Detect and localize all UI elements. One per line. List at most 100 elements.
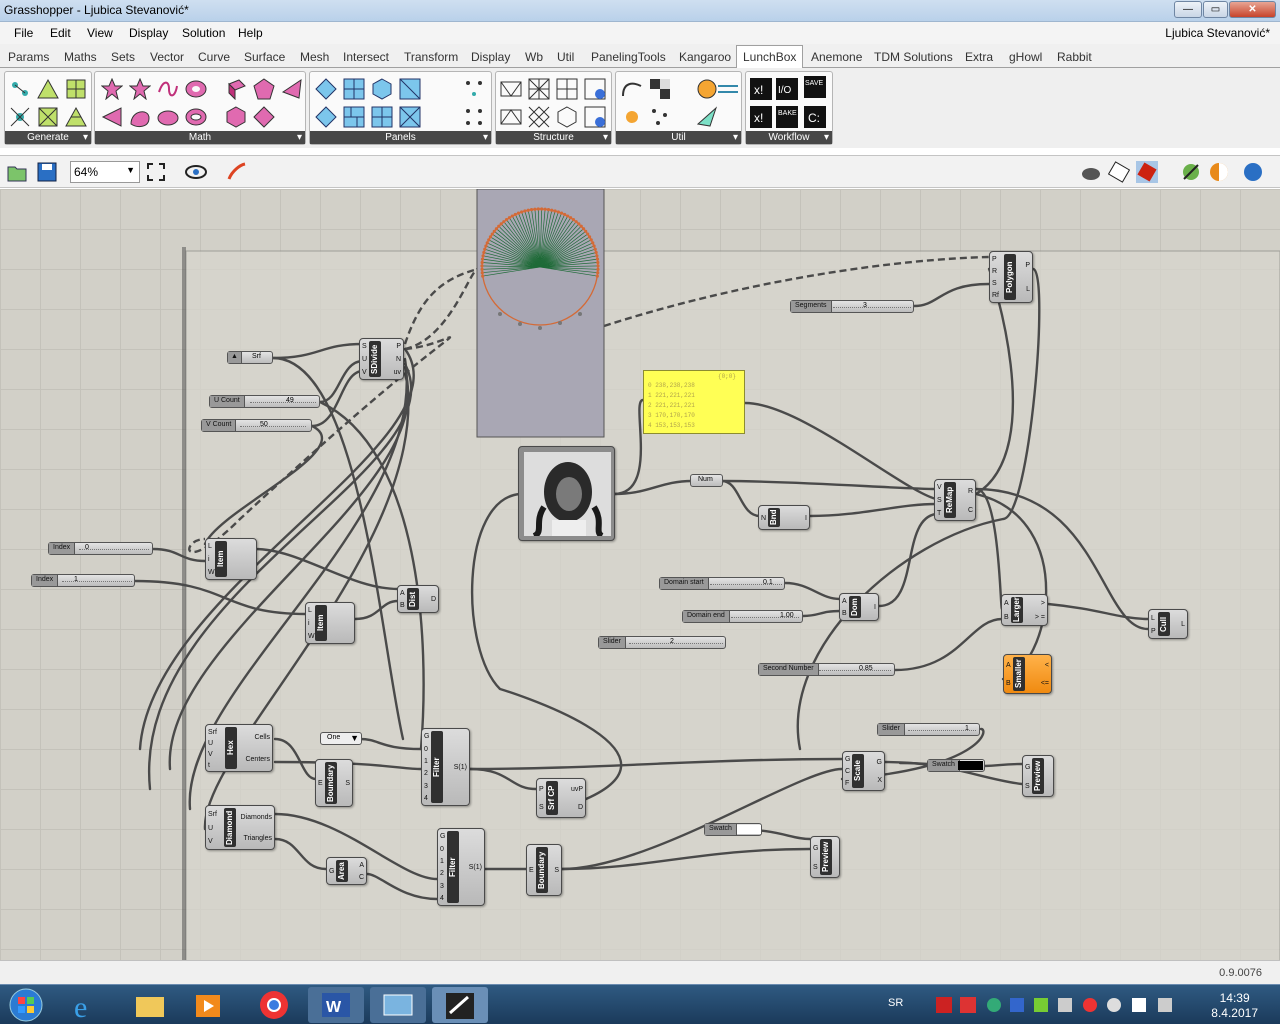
- scale-component[interactable]: Scale G C F G X: [842, 751, 885, 791]
- slider-b[interactable]: Slider 1: [877, 723, 980, 736]
- input-port[interactable]: A: [1006, 661, 1011, 671]
- output-port[interactable]: D: [578, 803, 583, 813]
- dom-component[interactable]: Dom A B I: [839, 593, 879, 621]
- menu-file[interactable]: File: [14, 26, 33, 40]
- quad-panel-icon[interactable]: [343, 78, 365, 100]
- input-port[interactable]: 0: [424, 745, 428, 755]
- tab-extra[interactable]: Extra: [965, 50, 993, 64]
- output-port[interactable]: P: [1025, 261, 1030, 271]
- star-icon[interactable]: [101, 78, 123, 100]
- random-panel-icon[interactable]: [315, 106, 337, 128]
- bake-icon[interactable]: BAKE: [776, 106, 798, 128]
- maximize-button[interactable]: ▭: [1203, 1, 1228, 18]
- flower-icon[interactable]: [129, 78, 151, 100]
- preview1-component[interactable]: Preview G S: [1022, 755, 1054, 797]
- output-port[interactable]: S: [345, 779, 350, 789]
- triangle-icon[interactable]: [37, 78, 59, 100]
- output-port[interactable]: <=: [1041, 679, 1049, 689]
- square-icon[interactable]: [37, 106, 59, 128]
- input-port[interactable]: L: [208, 542, 212, 552]
- input-port[interactable]: 4: [424, 794, 428, 804]
- input-port[interactable]: 3: [440, 882, 444, 892]
- diagrid-icon[interactable]: [528, 78, 550, 100]
- save-icon[interactable]: SAVE: [804, 76, 826, 98]
- swatch-white[interactable]: Swatch: [704, 823, 762, 836]
- material-icon[interactable]: [1208, 161, 1230, 183]
- input-port[interactable]: V: [208, 750, 213, 760]
- output-port[interactable]: >: [1041, 599, 1045, 609]
- menu-view[interactable]: View: [87, 26, 113, 40]
- sdivide-component[interactable]: SDivide S U V P Nuv: [359, 338, 404, 380]
- output-port[interactable]: uvP: [571, 785, 583, 795]
- output-port[interactable]: C: [359, 873, 364, 883]
- tab-mesh[interactable]: Mesh: [300, 50, 329, 64]
- rhino-icon[interactable]: [432, 987, 488, 1023]
- menu-help[interactable]: Help: [238, 26, 263, 40]
- checker-icon[interactable]: [649, 78, 671, 100]
- zoom-extents-icon[interactable]: [145, 161, 167, 183]
- tab-wb[interactable]: Wb: [525, 50, 543, 64]
- point-icon[interactable]: [9, 78, 31, 100]
- brick-panel-icon[interactable]: [371, 106, 393, 128]
- tab-panelingtools[interactable]: PanelingTools: [591, 50, 666, 64]
- zoom-dropdown[interactable]: 64% ▼: [70, 161, 140, 183]
- input-port[interactable]: S: [1025, 782, 1030, 792]
- input-port[interactable]: C: [845, 767, 850, 777]
- output-port[interactable]: P: [396, 342, 401, 352]
- input-port[interactable]: E: [529, 866, 534, 876]
- cone-icon[interactable]: [101, 106, 123, 128]
- input-port[interactable]: Srf: [208, 728, 217, 738]
- v-count-slider[interactable]: V Count 50: [201, 419, 312, 432]
- input-port[interactable]: V: [208, 837, 213, 847]
- frame-icon[interactable]: [556, 78, 578, 100]
- tab-vector[interactable]: Vector: [150, 50, 184, 64]
- number-param[interactable]: Num: [690, 474, 723, 487]
- input-port[interactable]: B: [1006, 679, 1011, 689]
- input-port[interactable]: E: [318, 779, 323, 789]
- internet-explorer-icon[interactable]: e: [60, 987, 116, 1023]
- input-port[interactable]: 1: [424, 757, 428, 767]
- input-port[interactable]: P: [1151, 627, 1156, 637]
- input-port[interactable]: A: [1004, 599, 1009, 609]
- word-icon[interactable]: W: [308, 987, 364, 1023]
- output-port[interactable]: uv: [394, 368, 401, 378]
- wedge-icon[interactable]: [281, 78, 303, 100]
- wireframe-icon[interactable]: [1108, 161, 1130, 183]
- bnd-component[interactable]: Bnd N I: [758, 505, 810, 530]
- media-player-icon[interactable]: [180, 987, 236, 1023]
- blob-icon[interactable]: [157, 106, 179, 128]
- preview-eye-icon[interactable]: [185, 161, 207, 183]
- tab-tdm-solutions[interactable]: TDM Solutions: [874, 50, 953, 64]
- start-button-icon[interactable]: [6, 987, 46, 1023]
- input-port[interactable]: G: [440, 832, 445, 842]
- item2-component[interactable]: Item Li W: [305, 602, 355, 644]
- octahedron-icon[interactable]: [253, 106, 275, 128]
- output-port[interactable]: Diamonds: [240, 813, 272, 823]
- output-port[interactable]: L: [1026, 285, 1030, 295]
- tab-maths[interactable]: Maths: [64, 50, 97, 64]
- input-port[interactable]: G: [1025, 763, 1030, 773]
- output-port[interactable]: <: [1045, 661, 1049, 671]
- language-indicator[interactable]: SR: [888, 997, 903, 1009]
- selected-only-icon[interactable]: [1180, 161, 1202, 183]
- preview2-component[interactable]: Preview G S: [810, 836, 840, 878]
- c-drive-icon[interactable]: C:: [804, 106, 826, 128]
- input-port[interactable]: G: [845, 755, 850, 765]
- points-icon[interactable]: [463, 78, 485, 100]
- shell-icon[interactable]: [129, 106, 151, 128]
- input-port[interactable]: S: [937, 496, 942, 506]
- globe-icon[interactable]: [696, 78, 718, 100]
- grid-icon[interactable]: [65, 78, 87, 100]
- output-port[interactable]: X: [877, 776, 882, 786]
- input-port[interactable]: V: [937, 483, 942, 493]
- layers-icon[interactable]: [717, 78, 739, 100]
- diamond-panel-icon[interactable]: [315, 78, 337, 100]
- input-port[interactable]: Srf: [208, 810, 217, 820]
- input-port[interactable]: G: [329, 867, 334, 877]
- chrome-icon[interactable]: [246, 987, 302, 1023]
- dots-icon[interactable]: [463, 106, 485, 128]
- cube-icon[interactable]: [225, 78, 247, 100]
- close-button[interactable]: ✕: [1229, 1, 1276, 18]
- srfcp-component[interactable]: Srf CP P SuvP D: [536, 778, 586, 818]
- input-port[interactable]: 4: [440, 894, 444, 904]
